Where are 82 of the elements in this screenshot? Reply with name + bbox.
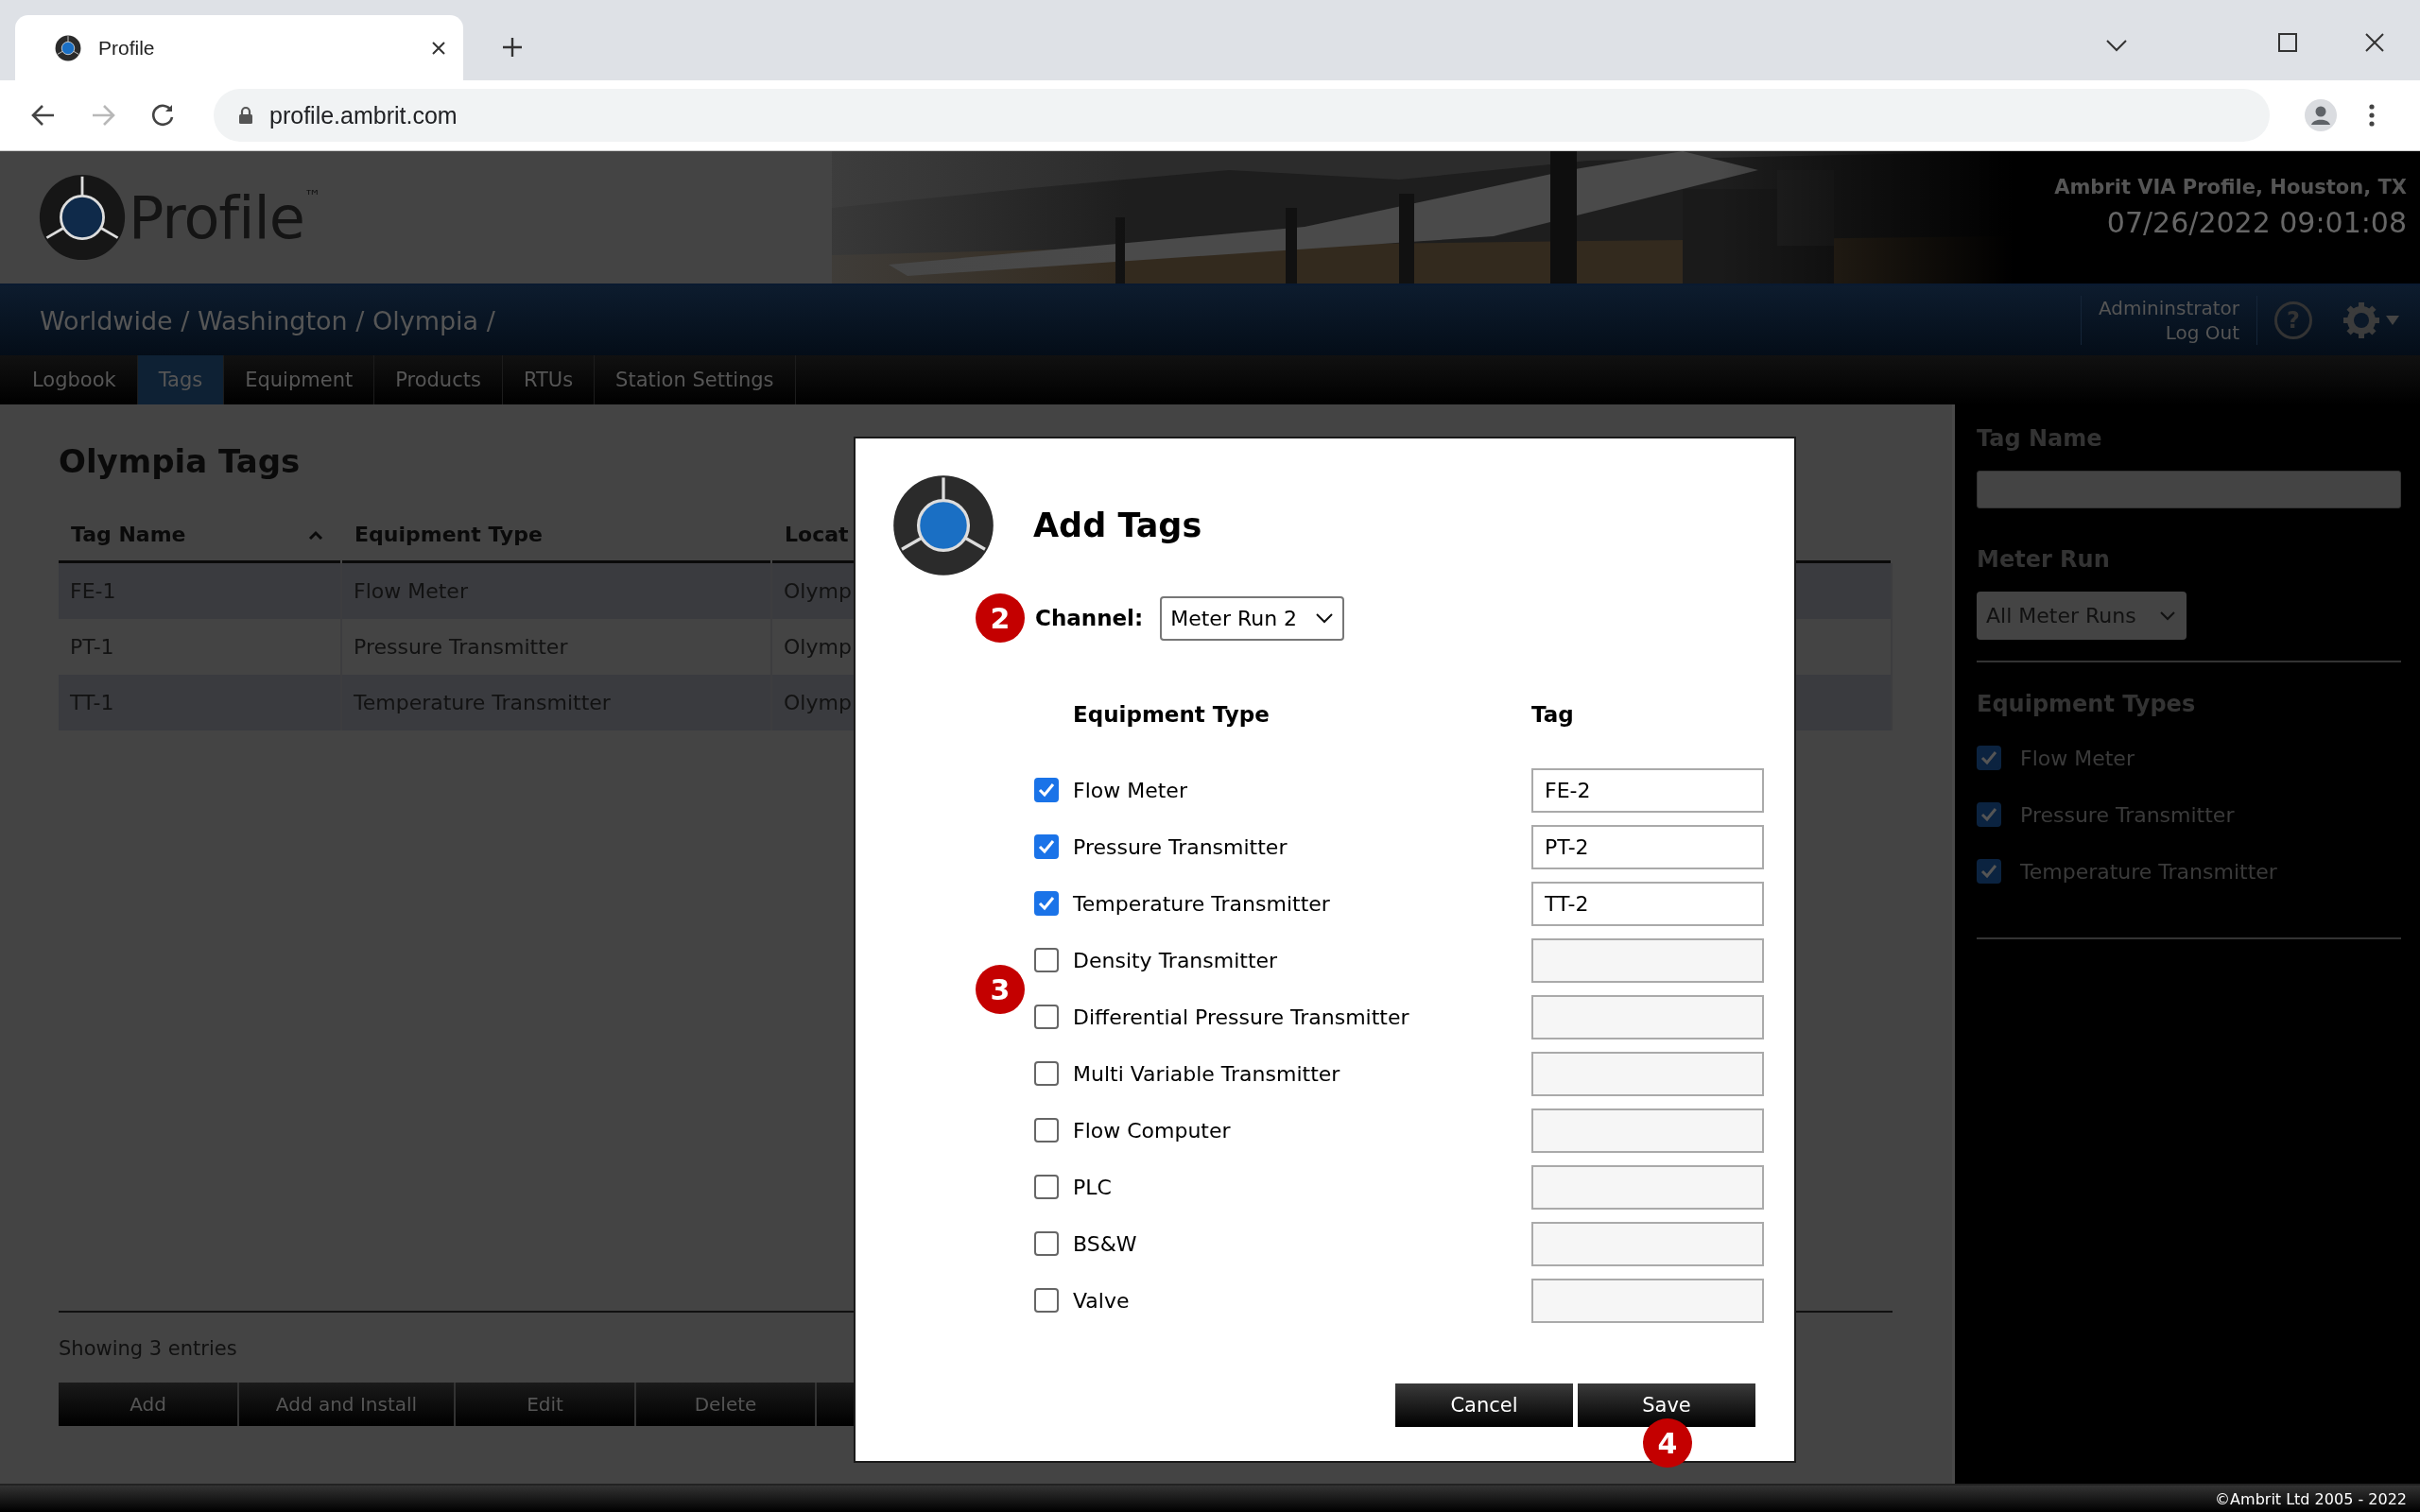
checkbox-label: Density Transmitter — [1073, 948, 1279, 972]
checkbox-label: Flow Computer — [1073, 1118, 1232, 1143]
plus-icon[interactable] — [501, 36, 524, 59]
checkbox[interactable] — [1034, 1231, 1059, 1256]
checkbox[interactable] — [1034, 1175, 1059, 1199]
toolbar-button[interactable]: Add — [59, 1383, 239, 1426]
menu-icon[interactable] — [2368, 103, 2376, 128]
checkbox[interactable] — [1034, 1061, 1059, 1086]
chevron-down-icon[interactable] — [1316, 612, 1334, 624]
check-icon — [1980, 807, 1997, 822]
check-icon — [1038, 839, 1055, 854]
tab-title: Profile — [98, 36, 156, 60]
tag-field[interactable] — [1531, 1108, 1764, 1153]
address-bar[interactable]: profile.ambrit.com — [214, 89, 2270, 142]
tag-field[interactable] — [1531, 937, 1764, 983]
back-arrow-icon[interactable] — [31, 103, 56, 128]
tag-field[interactable]: PT-2 — [1531, 824, 1764, 869]
tag-field[interactable] — [1531, 1164, 1764, 1210]
tag-field[interactable] — [1531, 1051, 1764, 1096]
check-icon — [1980, 750, 1997, 765]
close-icon[interactable] — [2365, 33, 2384, 52]
callout-number: 2 — [976, 593, 1025, 643]
toolbar-button[interactable]: Delete — [636, 1383, 817, 1426]
checkbox[interactable] — [1034, 834, 1059, 859]
column-header: Equipment Type — [1073, 701, 1270, 729]
checkbox-label: Valve — [1073, 1288, 1131, 1313]
column-header: Tag — [1531, 701, 1575, 729]
checkbox-label: BS&W — [1073, 1231, 1138, 1256]
checkbox-label: Pressure Transmitter — [2020, 802, 2235, 827]
date-time: 07/26/2022 09:01:08 — [2106, 206, 2407, 239]
tag-name-field[interactable] — [1977, 471, 2401, 508]
user-name: Admininstrator — [2099, 296, 2239, 320]
logout-link[interactable]: Log Out — [2165, 320, 2239, 345]
breadcrumb[interactable]: Worldwide / Washington / Olympia / — [40, 305, 495, 335]
copyright-text: ©Ambrit Ltd 2005 - 2022 — [2215, 1489, 2407, 1508]
checkbox[interactable] — [1977, 746, 2001, 770]
checkbox[interactable] — [1034, 1118, 1059, 1143]
checkbox-label: Pressure Transmitter — [1073, 834, 1288, 859]
close-icon[interactable] — [431, 40, 446, 56]
cancel-button[interactable]: Cancel — [1395, 1383, 1573, 1427]
site-name: Ambrit VIA Profile, Houston, TX — [2054, 176, 2407, 198]
callout-number: 3 — [976, 965, 1025, 1014]
check-icon — [1038, 896, 1055, 911]
checkbox-label: Multi Variable Transmitter — [1073, 1061, 1341, 1086]
toolbar-button[interactable]: Add and Install — [239, 1383, 456, 1426]
nav-tab[interactable]: Tags — [137, 355, 225, 404]
checkbox-label: Temperature Transmitter — [1073, 891, 1331, 916]
checkbox-label: Flow Meter — [1073, 778, 1188, 802]
tag-field[interactable] — [1531, 994, 1764, 1040]
dialog-title: Add Tags — [1033, 507, 1202, 544]
checkbox-label: Flow Meter — [2020, 746, 2135, 770]
logo-icon — [891, 473, 995, 577]
chevron-down-icon[interactable] — [2106, 39, 2127, 52]
lock-icon — [238, 106, 253, 125]
checkbox-label: Differential Pressure Transmitter — [1073, 1005, 1410, 1029]
checkbox-label: PLC — [1073, 1175, 1113, 1199]
help-button[interactable]: ? — [2274, 301, 2312, 339]
checkbox[interactable] — [1034, 778, 1059, 802]
browser-tab[interactable]: Profile — [15, 15, 463, 80]
checkbox[interactable] — [1034, 1005, 1059, 1029]
checkbox[interactable] — [1977, 859, 2001, 884]
checkbox-label: Temperature Transmitter — [2020, 859, 2277, 884]
maximize-icon[interactable] — [2278, 33, 2297, 52]
tag-field[interactable] — [1531, 1221, 1764, 1266]
check-icon — [1980, 864, 1997, 879]
checkbox[interactable] — [1977, 802, 2001, 827]
checkbox[interactable] — [1034, 891, 1059, 916]
check-icon — [1038, 782, 1055, 798]
checkbox[interactable] — [1034, 1288, 1059, 1313]
tag-field[interactable]: FE-2 — [1531, 767, 1764, 813]
toolbar-button[interactable]: Edit — [456, 1383, 636, 1426]
favicon-icon — [55, 34, 81, 61]
tag-field[interactable] — [1531, 1278, 1764, 1323]
tag-field[interactable]: TT-2 — [1531, 881, 1764, 926]
avatar-icon[interactable] — [2305, 99, 2337, 131]
url-text: profile.ambrit.com — [269, 101, 458, 129]
page-title: Olympia Tags — [59, 442, 302, 480]
logo-icon — [38, 173, 127, 262]
checkbox[interactable] — [1034, 948, 1059, 972]
reload-icon[interactable] — [150, 103, 175, 128]
save-button[interactable]: Save — [1578, 1383, 1755, 1427]
channel-select[interactable]: Meter Run 2 — [1160, 595, 1345, 641]
